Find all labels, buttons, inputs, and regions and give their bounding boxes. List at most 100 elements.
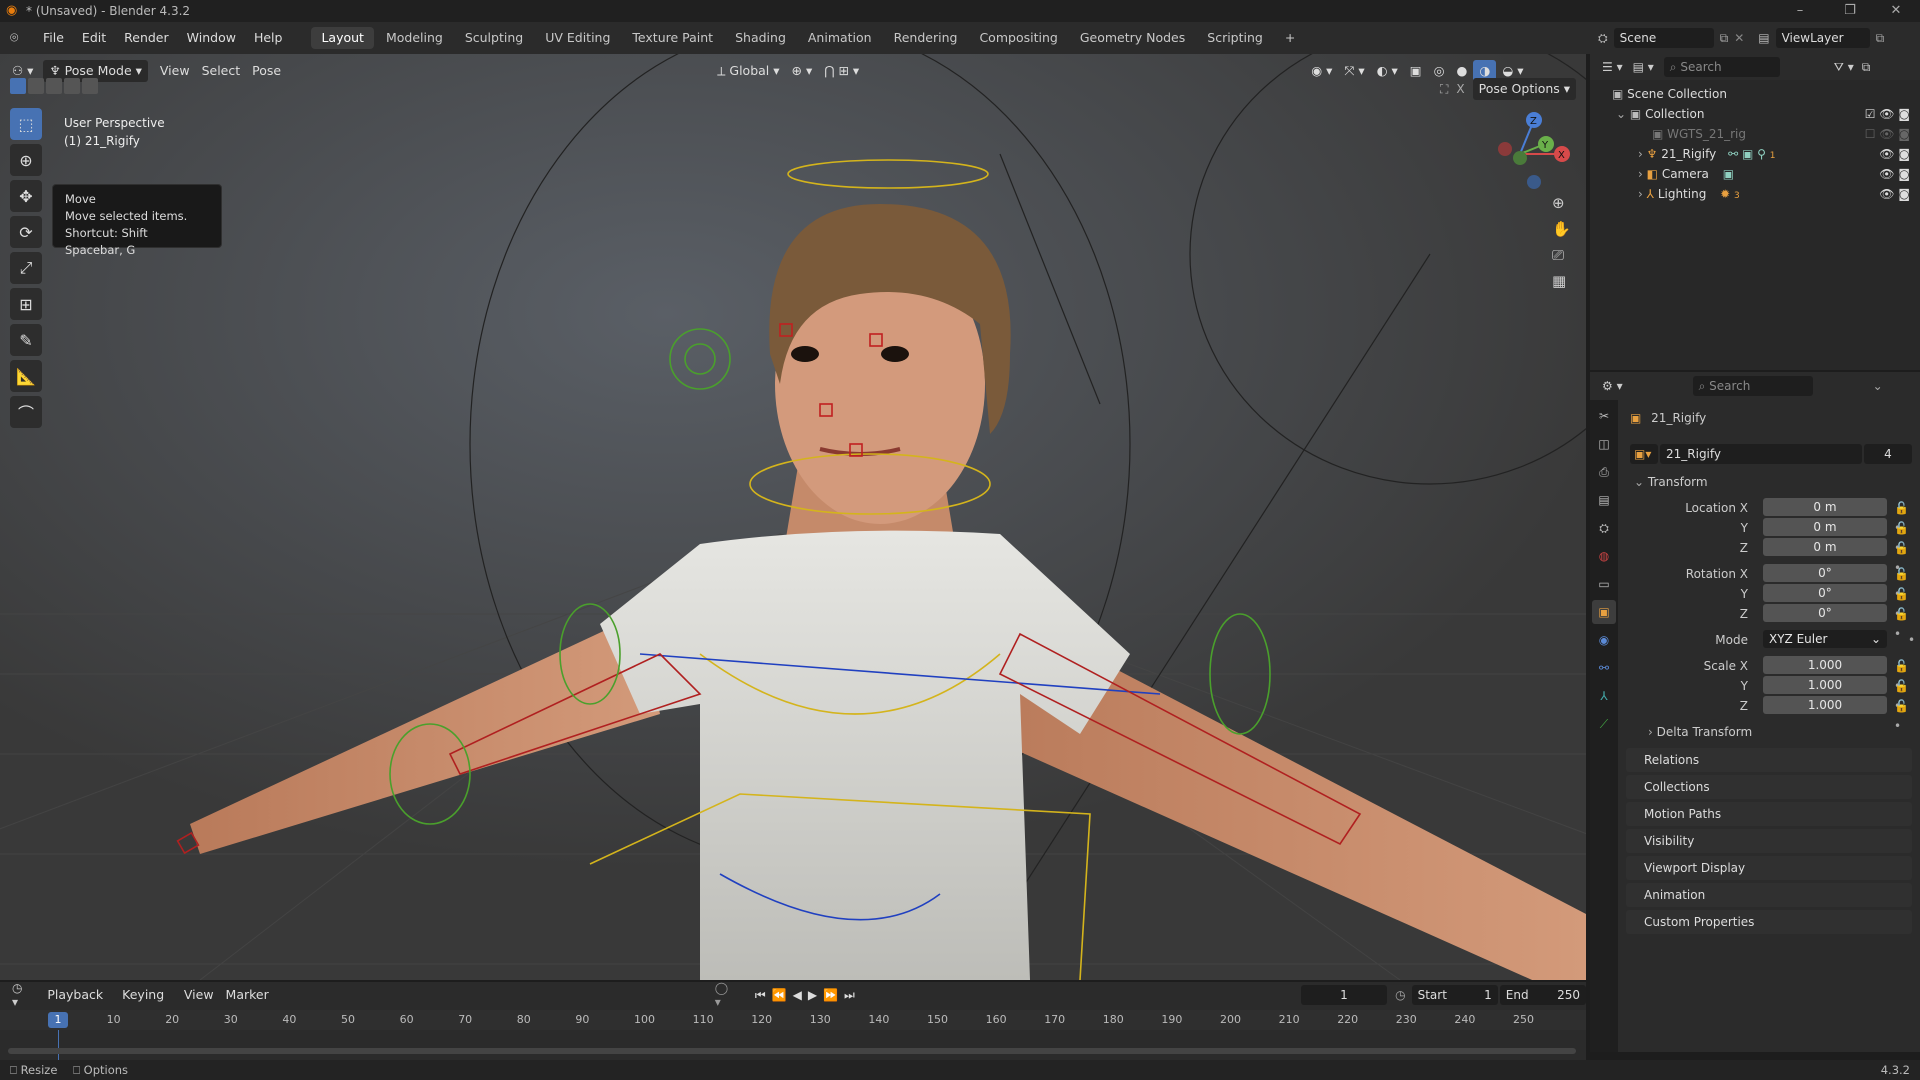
- tab-rendering[interactable]: Rendering: [884, 27, 968, 49]
- select-box-tool[interactable]: ⬚: [10, 108, 42, 140]
- row-toggles[interactable]: 👁 ◙: [1879, 164, 1910, 184]
- pose-options-dropdown[interactable]: Pose Options ▾: [1472, 78, 1577, 100]
- transform-affect-icon[interactable]: ⛶: [1440, 82, 1448, 97]
- scale-tool[interactable]: ⤢: [10, 252, 42, 284]
- xray-icon[interactable]: ▣: [1404, 60, 1428, 82]
- menu-marker[interactable]: Marker: [220, 984, 275, 1006]
- new-view-layer-icon[interactable]: ⧉: [1876, 31, 1885, 46]
- outliner-row-lighting[interactable]: › ⅄ Lighting ✹ 3 👁 ◙: [1590, 184, 1920, 204]
- scale-y-field[interactable]: 1.000: [1763, 676, 1887, 694]
- snap-icon[interactable]: ⋂ ⊞ ▾: [818, 60, 865, 82]
- select-set-icon[interactable]: [10, 78, 26, 94]
- chevron-down-icon[interactable]: ⌄: [1616, 107, 1626, 121]
- scale-x-field[interactable]: 1.000: [1763, 656, 1887, 674]
- chevron-right-icon[interactable]: ›: [1638, 167, 1643, 181]
- menu-file[interactable]: File: [34, 22, 73, 54]
- 3d-viewport[interactable]: Z X Y ⚇ ▾ ♆ Pose Mode ▾ View Select Pose…: [0, 54, 1586, 980]
- start-frame-field[interactable]: Start 1: [1411, 985, 1498, 1005]
- datablock-browse-icon[interactable]: ▣▾: [1630, 444, 1658, 464]
- menu-pose[interactable]: Pose: [246, 60, 287, 82]
- overlay-toggle-icon[interactable]: ◐ ▾: [1371, 60, 1404, 82]
- tool-tab-icon[interactable]: ✂: [1592, 404, 1616, 428]
- keyframe-dot[interactable]: •: [1908, 630, 1915, 650]
- menu-timeline-view[interactable]: View: [178, 984, 220, 1006]
- menu-select[interactable]: Select: [196, 60, 247, 82]
- view-layer-field[interactable]: ViewLayer: [1775, 28, 1870, 48]
- end-frame-field[interactable]: End 250: [1499, 985, 1587, 1005]
- playback-controls[interactable]: ⏮⏪◀▶⏩⏭: [755, 988, 861, 1003]
- outliner-editor-icon[interactable]: ☰ ▾: [1602, 60, 1623, 74]
- select-subtract-icon[interactable]: [46, 78, 62, 94]
- armature-data-tab-icon[interactable]: ⅄: [1592, 684, 1616, 708]
- mirror-x-icon[interactable]: X: [1456, 82, 1464, 96]
- location-y-field[interactable]: 0 m: [1763, 518, 1887, 536]
- section-motion-paths[interactable]: Motion Paths: [1626, 802, 1912, 826]
- scene-icon[interactable]: ⛭: [1598, 31, 1608, 46]
- menu-keying[interactable]: Keying ▾: [116, 984, 178, 1024]
- physics-tab-icon[interactable]: ◉: [1592, 628, 1616, 652]
- section-custom-properties[interactable]: Custom Properties: [1626, 910, 1912, 934]
- tab-compositing[interactable]: Compositing: [969, 27, 1067, 49]
- scene-tab-icon[interactable]: ⛭: [1592, 516, 1616, 540]
- transform-panel-header[interactable]: ⌄ Transform: [1634, 472, 1920, 492]
- section-collections[interactable]: Collections: [1626, 775, 1912, 799]
- row-toggles[interactable]: ☑ 👁 ◙: [1865, 104, 1910, 124]
- menu-window[interactable]: Window: [178, 22, 245, 54]
- constraints-tab-icon[interactable]: ⚯: [1592, 656, 1616, 680]
- location-z-field[interactable]: 0 m: [1763, 538, 1887, 556]
- outliner-search-input[interactable]: ⌕ Search: [1663, 57, 1780, 77]
- properties-editor-icon[interactable]: ⚙ ▾: [1602, 379, 1623, 393]
- row-toggles[interactable]: ☐ 👁 ◙: [1865, 124, 1910, 144]
- outliner-row-scene-collection[interactable]: ▣ Scene Collection: [1590, 84, 1920, 104]
- measure-tool[interactable]: 📐: [10, 360, 42, 392]
- timeline-scrollbar[interactable]: [8, 1048, 1576, 1054]
- current-frame-field[interactable]: 1: [1300, 985, 1388, 1005]
- delta-transform-header[interactable]: › Delta Transform: [1648, 722, 1920, 742]
- zoom-icon[interactable]: ⊕: [1552, 194, 1571, 212]
- menu-edit[interactable]: Edit: [73, 22, 115, 54]
- visibility-icon[interactable]: ◉ ▾: [1305, 60, 1338, 82]
- filter-icon[interactable]: ⛛ ▾: [1834, 60, 1854, 75]
- scale-z-field[interactable]: 1.000: [1763, 696, 1887, 714]
- select-extend-icon[interactable]: [28, 78, 44, 94]
- minimize-button[interactable]: –: [1780, 0, 1820, 22]
- playhead[interactable]: 1: [48, 1012, 68, 1028]
- pan-hand-icon[interactable]: ✋: [1552, 220, 1571, 238]
- select-intersect-icon[interactable]: [82, 78, 98, 94]
- frame-ruler[interactable]: 1 10 20 30 40 50 60 70 80 90 100 110 120 130 140 150 16…: [0, 1010, 1586, 1030]
- section-animation[interactable]: Animation: [1626, 883, 1912, 907]
- collection-tab-icon[interactable]: ▭: [1592, 572, 1616, 596]
- rotation-mode-dropdown[interactable]: XYZ Euler ⌄: [1763, 630, 1887, 648]
- chevron-right-icon[interactable]: ›: [1638, 187, 1643, 201]
- close-button[interactable]: ✕: [1876, 0, 1916, 22]
- tab-texture-paint[interactable]: Texture Paint: [622, 27, 723, 49]
- pivot-icon[interactable]: ⊕ ▾: [786, 60, 819, 82]
- gizmo-toggle-icon[interactable]: ⤧ ▾: [1338, 60, 1370, 82]
- object-tab-icon[interactable]: ▣: [1592, 600, 1616, 624]
- camera-view-icon[interactable]: ⎚: [1552, 246, 1571, 264]
- scene-name-field[interactable]: Scene: [1613, 28, 1714, 48]
- add-workspace-button[interactable]: +: [1275, 27, 1305, 49]
- select-invert-icon[interactable]: [64, 78, 80, 94]
- menu-help[interactable]: Help: [245, 22, 292, 54]
- menu-playback[interactable]: Playback ▾: [41, 984, 116, 1024]
- new-collection-icon[interactable]: ⧉: [1862, 60, 1871, 75]
- rotation-z-field[interactable]: 0°: [1763, 604, 1887, 622]
- new-scene-icon[interactable]: ⧉: [1720, 31, 1729, 46]
- section-viewport-display[interactable]: Viewport Display: [1626, 856, 1912, 880]
- location-x-field[interactable]: 0 m: [1763, 498, 1887, 516]
- view-layer-tab-icon[interactable]: ▤: [1592, 488, 1616, 512]
- tab-layout[interactable]: Layout: [311, 27, 374, 49]
- bone-tab-icon[interactable]: ⟋: [1592, 712, 1616, 736]
- rotation-y-field[interactable]: 0°: [1763, 584, 1887, 602]
- rotation-x-field[interactable]: 0°: [1763, 564, 1887, 582]
- outliner-row-rigify[interactable]: › ♆ 21_Rigify ⚯ ▣ ⚲ 1 👁 ◙: [1590, 144, 1920, 164]
- cursor-tool[interactable]: ⊕: [10, 144, 42, 176]
- row-toggles[interactable]: 👁 ◙: [1879, 144, 1910, 164]
- outliner-row-wgts[interactable]: ▣ WGTS_21_rig ☐ 👁 ◙: [1590, 124, 1920, 144]
- maximize-button[interactable]: ❐: [1830, 0, 1870, 22]
- tab-uv-editing[interactable]: UV Editing: [535, 27, 620, 49]
- tab-geometry-nodes[interactable]: Geometry Nodes: [1070, 27, 1195, 49]
- tab-scripting[interactable]: Scripting: [1197, 27, 1273, 49]
- section-visibility[interactable]: Visibility: [1626, 829, 1912, 853]
